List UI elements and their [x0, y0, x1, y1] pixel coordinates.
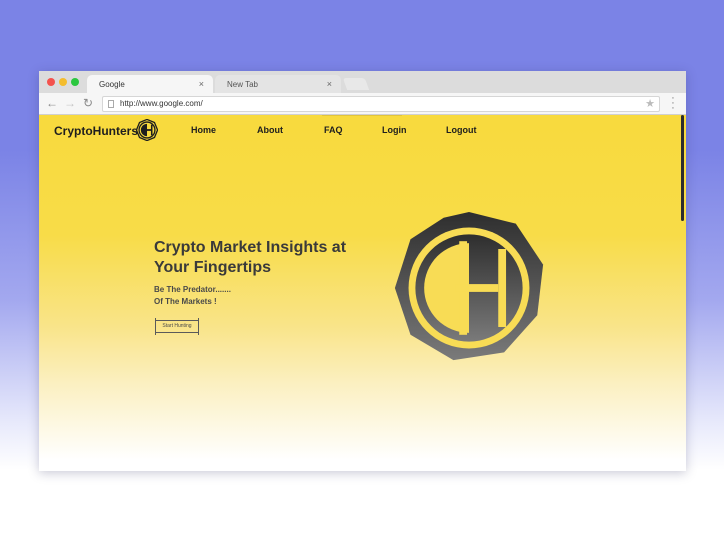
forward-arrow-icon[interactable]: → — [64, 96, 76, 110]
browser-window: Google × New Tab × ← → ↻ http://www.goog… — [39, 71, 686, 471]
nav-logout[interactable]: Logout — [446, 125, 477, 135]
reload-icon[interactable]: ↻ — [83, 96, 93, 110]
nav-highlight — [322, 115, 402, 116]
browser-toolbar: ← → ↻ http://www.google.com/ ★ · · · — [39, 93, 686, 115]
back-arrow-icon[interactable]: ← — [46, 96, 58, 110]
hero-subtitle-line: Of The Markets ! — [154, 297, 217, 306]
tab-close-icon[interactable]: × — [199, 79, 204, 89]
minimize-window-button[interactable] — [59, 78, 67, 86]
page-icon — [108, 100, 114, 108]
page-scrollbar[interactable] — [681, 115, 684, 221]
bookmark-star-icon[interactable]: ★ — [645, 97, 655, 110]
brand-name[interactable]: CryptoHunters — [54, 124, 138, 138]
tab-label: Google — [99, 80, 125, 89]
nav-login[interactable]: Login — [382, 125, 407, 135]
nav-about[interactable]: About — [257, 125, 283, 135]
tab-google[interactable]: Google × — [87, 75, 213, 93]
hero-subtitle: Be The Predator....... Of The Markets ! — [154, 284, 304, 308]
close-window-button[interactable] — [47, 78, 55, 86]
start-hunting-button[interactable]: Start Hunting — [155, 318, 199, 335]
nav-faq[interactable]: FAQ — [324, 125, 343, 135]
url-text[interactable]: http://www.google.com/ — [120, 99, 203, 108]
crypto-logo-icon[interactable] — [136, 119, 158, 141]
hero-title: Crypto Market Insights at Your Fingertip… — [154, 239, 347, 276]
kebab-menu-icon[interactable]: · · · — [670, 93, 676, 114]
nav-home[interactable]: Home — [191, 125, 216, 135]
hero-subtitle-line: Be The Predator....... — [154, 285, 231, 294]
new-tab-button[interactable] — [342, 78, 370, 90]
tab-bar: Google × New Tab × — [39, 71, 686, 93]
tab-new-tab[interactable]: New Tab × — [215, 75, 341, 93]
crypto-logo-icon — [394, 211, 544, 361]
tab-close-icon[interactable]: × — [327, 79, 332, 89]
address-bar[interactable]: http://www.google.com/ ★ — [102, 96, 660, 112]
tab-label: New Tab — [227, 80, 258, 89]
maximize-window-button[interactable] — [71, 78, 79, 86]
page-viewport: CryptoHunters Home About FAQ Login Logou… — [39, 115, 686, 471]
